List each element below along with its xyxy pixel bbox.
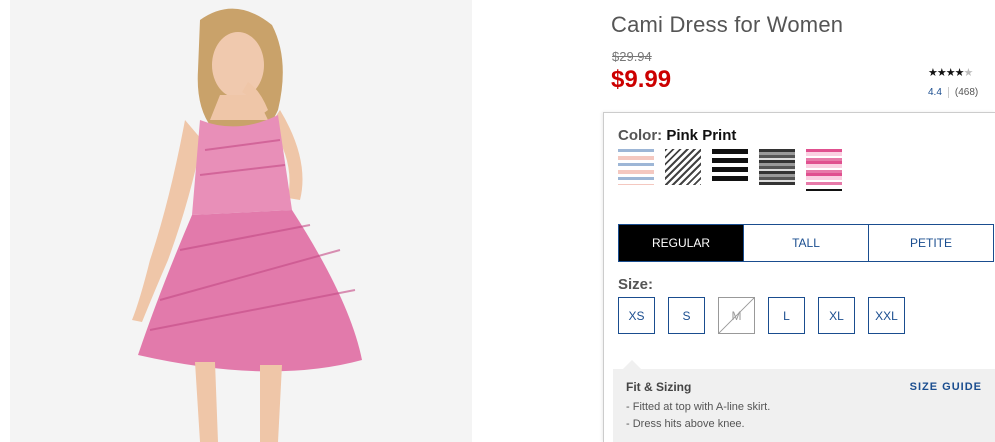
list-item: - Fitted at top with A-line skirt.: [626, 401, 771, 413]
size-m-button[interactable]: M: [718, 297, 755, 334]
fit-type-tabs: REGULAR TALL PETITE: [618, 224, 994, 262]
size-guide-link[interactable]: SIZE GUIDE: [910, 381, 982, 393]
swatch-pink-print[interactable]: [806, 149, 842, 191]
size-label: Size:: [618, 276, 654, 293]
rating-score[interactable]: 4.4: [928, 87, 942, 98]
color-label: Color: Pink Print: [618, 127, 737, 144]
rating-stars-icon: ★★★★★: [928, 67, 973, 79]
rating-divider: [947, 87, 949, 98]
size-xxl-button[interactable]: XXL: [868, 297, 905, 334]
product-title: Cami Dress for Women: [611, 12, 844, 37]
color-swatches: [618, 149, 842, 191]
swatch-grey-stripe[interactable]: [759, 149, 795, 185]
product-options-panel: Color: Pink Print REGULAR TALL PETITE Si…: [603, 112, 995, 442]
fit-sizing-list: - Fitted at top with A-line skirt. - Dre…: [626, 399, 770, 433]
swatch-black-white-diagonal[interactable]: [665, 149, 701, 185]
swatch-blue-stripe[interactable]: [618, 149, 654, 185]
size-xl-button[interactable]: XL: [818, 297, 855, 334]
unavailable-slash-icon: [719, 298, 754, 333]
size-s-button[interactable]: S: [668, 297, 705, 334]
fit-sizing-title: Fit & Sizing: [626, 380, 692, 394]
product-rating[interactable]: ★★★★★ 4.4 (468): [928, 66, 990, 98]
selected-color: Pink Print: [666, 127, 737, 144]
size-l-button[interactable]: L: [768, 297, 805, 334]
tab-petite[interactable]: PETITE: [868, 225, 993, 261]
fit-sizing-box: Fit & Sizing SIZE GUIDE - Fitted at top …: [613, 360, 995, 442]
original-price: $29.94: [612, 49, 652, 64]
review-count[interactable]: (468): [955, 87, 978, 98]
size-xs-button[interactable]: XS: [618, 297, 655, 334]
tab-tall[interactable]: TALL: [743, 225, 868, 261]
size-options: XS S M L XL XXL: [618, 297, 905, 334]
sale-price: $9.99: [611, 66, 672, 93]
product-image[interactable]: [10, 0, 472, 442]
swatch-black-bold-stripe[interactable]: [712, 149, 748, 185]
list-item: - Dress hits above knee.: [626, 418, 745, 430]
model-photo-icon: [10, 0, 472, 442]
tab-regular[interactable]: REGULAR: [619, 225, 743, 261]
